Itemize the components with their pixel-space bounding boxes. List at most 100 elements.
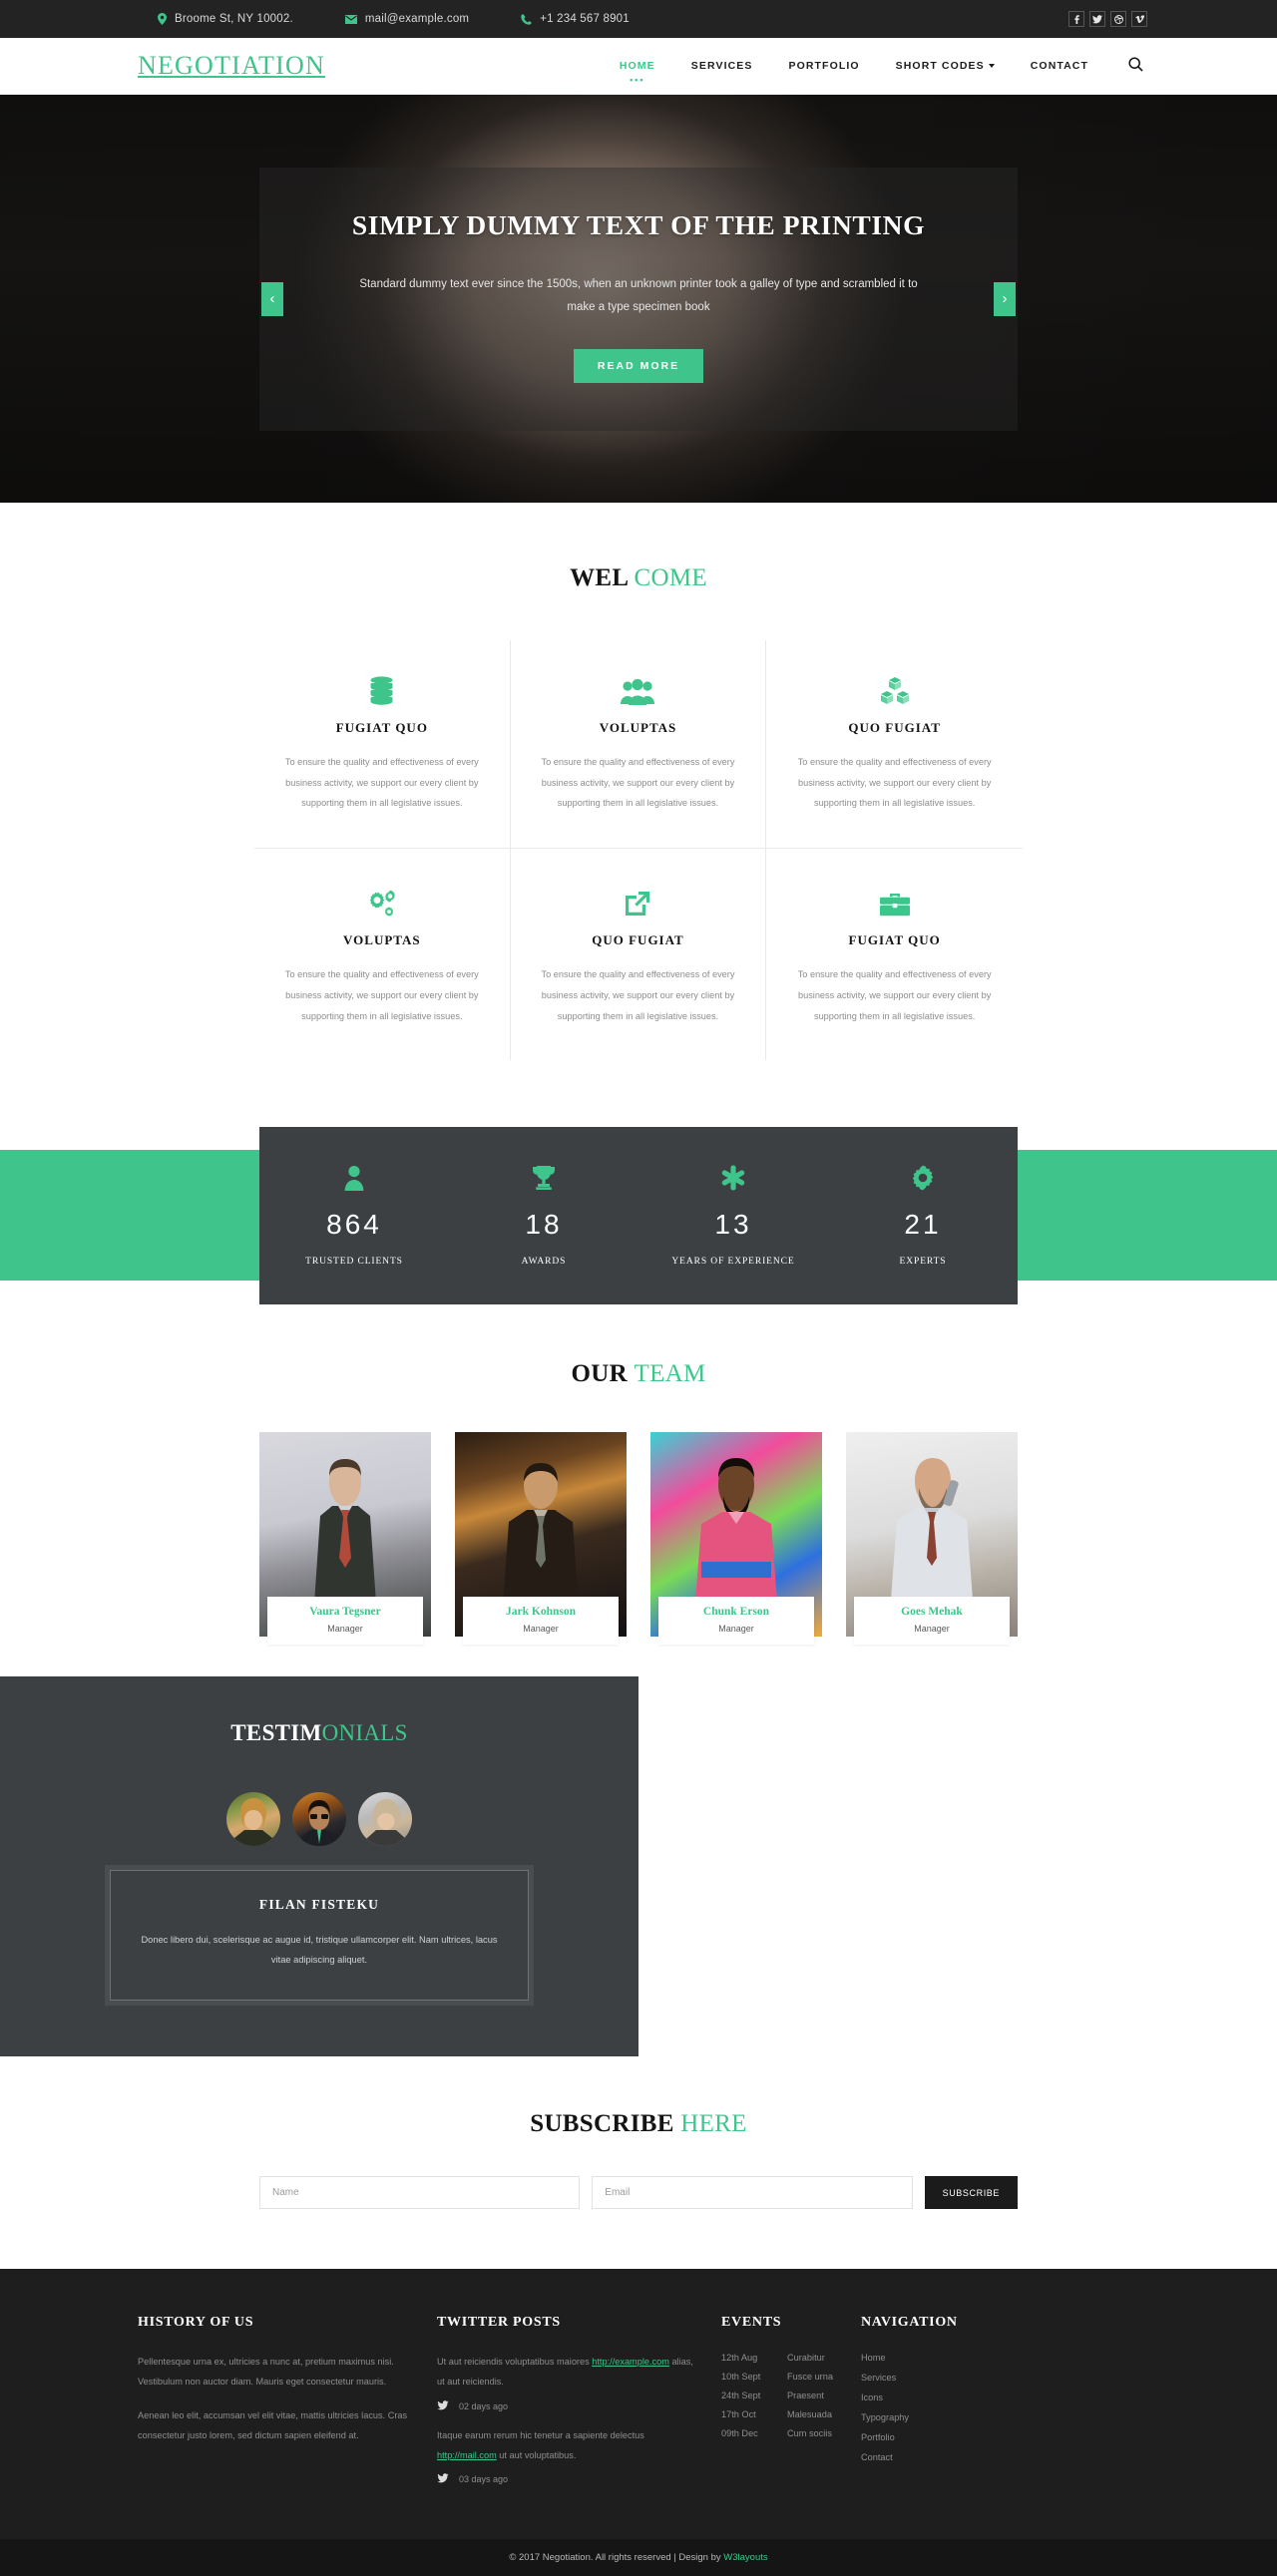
event-name: Praesent	[787, 2391, 824, 2401]
group-icon	[541, 664, 736, 706]
chevron-down-icon	[988, 64, 995, 69]
footer-nav-services[interactable]: Services	[861, 2373, 1041, 2383]
service-card[interactable]: QUO FUGIAT To ensure the quality and eff…	[766, 640, 1023, 850]
cogs-icon	[284, 877, 480, 919]
tweet-post: ut aut voluptatibus.	[496, 2449, 577, 2460]
testimonial-avatar-3[interactable]	[358, 1792, 412, 1847]
name-input[interactable]	[259, 2176, 581, 2210]
nav-item-services[interactable]: SERVICES	[691, 60, 753, 72]
testimonial-avatar-2[interactable]	[292, 1792, 346, 1847]
nav-item-home[interactable]: HOME •••	[620, 60, 655, 85]
social-twitter[interactable]	[1089, 11, 1105, 27]
footer-nav-contact[interactable]: Contact	[861, 2452, 1041, 2462]
service-title: QUO FUGIAT	[848, 720, 941, 735]
briefcase-icon	[796, 877, 993, 919]
social-dribbble[interactable]	[1110, 11, 1126, 27]
hero-text: Standard dummy text ever since the 1500s…	[359, 277, 918, 313]
tweet-link[interactable]: http://mail.com	[437, 2450, 497, 2460]
asterisk-icon	[638, 1161, 828, 1195]
event-row: 12th Aug Curabitur	[721, 2353, 861, 2363]
team-member[interactable]: Vaura Tegsner Manager	[259, 1432, 431, 1646]
testimonials-title-light: ONIALS	[321, 1720, 408, 1746]
email-input[interactable]	[592, 2176, 913, 2210]
dribbble-icon	[1113, 14, 1123, 24]
testimonial-avatar-1[interactable]	[226, 1792, 280, 1847]
footer-nav-icons[interactable]: Icons	[861, 2392, 1041, 2402]
team-member[interactable]: Goes Mehak Manager	[846, 1432, 1018, 1646]
read-more-button[interactable]: READ MORE	[573, 348, 704, 383]
twitter-icon	[437, 2400, 449, 2412]
nav-item-short-codes[interactable]: SHORT CODES	[896, 60, 995, 72]
event-date: 24th Sept	[721, 2391, 761, 2401]
team-member-name: Jark Kohnson	[506, 1606, 576, 1619]
team-title-light: TEAM	[634, 1360, 706, 1388]
subscribe-form: SUBSCRIBE	[259, 2176, 1019, 2210]
carousel-prev-button[interactable]: ‹	[261, 281, 283, 316]
footer-events-title: EVENTS	[721, 2315, 782, 2331]
welcome-title-light: COME	[634, 564, 707, 591]
service-title: FUGIAT QUO	[848, 932, 941, 948]
topbar-email-text: mail@example.com	[364, 13, 470, 25]
twitter-icon	[1092, 14, 1102, 24]
event-name: Cum sociis	[787, 2428, 832, 2439]
team-title: OUR TEAM	[0, 1360, 1277, 1388]
hero-title: SIMPLY DUMMY TEXT OF THE PRINTING	[351, 208, 926, 240]
services-grid: FUGIAT QUO To ensure the quality and eff…	[254, 640, 1023, 1061]
service-card[interactable]: FUGIAT QUO To ensure the quality and eff…	[254, 640, 511, 850]
footer-history-title: HISTORY OF US	[138, 2315, 254, 2331]
event-name: Fusce urna	[787, 2372, 833, 2383]
vimeo-icon	[1134, 14, 1144, 24]
service-card[interactable]: FUGIAT QUO To ensure the quality and eff…	[766, 849, 1023, 1060]
testimonial-text: Donec libero dui, scelerisque ac augue i…	[141, 1935, 498, 1965]
stat-item: 864 TRUSTED CLIENTS	[259, 1161, 449, 1267]
copyright-bar: © 2017 Negotiation. All rights reserved …	[0, 2539, 1277, 2576]
carousel-next-button[interactable]: ›	[994, 281, 1016, 316]
site-logo[interactable]: NEGOTIATION	[130, 51, 325, 81]
search-button[interactable]	[1128, 57, 1143, 75]
tweet-link[interactable]: http://example.com	[592, 2357, 669, 2367]
service-text: To ensure the quality and effectiveness …	[541, 969, 735, 1021]
search-icon	[1128, 57, 1143, 75]
main-navigation: HOME ••• SERVICES PORTFOLIO SHORT CODES C…	[620, 57, 1147, 85]
team-member[interactable]: Chunk Erson Manager	[650, 1432, 822, 1646]
footer-nav-typography[interactable]: Typography	[861, 2412, 1041, 2422]
tweet-meta: 03 days ago	[437, 2473, 721, 2485]
footer-nav-portfolio[interactable]: Portfolio	[861, 2432, 1041, 2442]
team-member-name: Chunk Erson	[702, 1606, 770, 1619]
event-name: Curabitur	[787, 2353, 825, 2364]
testimonial-avatars	[0, 1792, 638, 1847]
topbar-phone: +1 234 567 8901	[521, 13, 630, 25]
event-date: 12th Aug	[721, 2353, 758, 2364]
event-date: 17th Oct	[721, 2409, 756, 2420]
team-member[interactable]: Jark Kohnson Manager	[455, 1432, 627, 1646]
phone-icon	[521, 13, 532, 25]
subscribe-button[interactable]: SUBSCRIBE	[924, 2176, 1019, 2210]
user-icon	[259, 1161, 449, 1195]
social-facebook[interactable]	[1068, 11, 1084, 27]
testimonial-quote-box: FILAN FISTEKU Donec libero dui, sceleris…	[110, 1870, 529, 2002]
event-row: 24th Sept Praesent	[721, 2391, 861, 2400]
team-grid: Vaura Tegsner Manager Jark Kohnson Manag…	[259, 1432, 1018, 1646]
testimonials-section: TESTIMONIALS FILAN FISTEKU Donec libero …	[0, 1676, 638, 2057]
designer-link[interactable]: W3layouts	[723, 2552, 767, 2563]
footer-twitter-title: TWITTER POSTS	[437, 2315, 561, 2331]
social-vimeo[interactable]	[1131, 11, 1147, 27]
service-title: QUO FUGIAT	[592, 932, 684, 948]
service-card[interactable]: VOLUPTAS To ensure the quality and effec…	[510, 640, 767, 850]
topbar-email[interactable]: mail@example.com	[344, 13, 470, 25]
topbar-phone-text: +1 234 567 8901	[540, 13, 630, 25]
team-member-caption: Jark Kohnson Manager	[463, 1597, 619, 1646]
footer-nav-home[interactable]: Home	[861, 2353, 1041, 2363]
tweet-item: Itaque earum rerum hic tenetur a sapient…	[437, 2426, 721, 2486]
external-link-icon	[541, 877, 736, 919]
team-member-role: Manager	[914, 1624, 950, 1635]
database-icon	[284, 664, 480, 706]
event-date: 10th Sept	[721, 2372, 761, 2383]
service-card[interactable]: QUO FUGIAT To ensure the quality and eff…	[511, 849, 767, 1061]
service-card[interactable]: VOLUPTAS To ensure the quality and effec…	[254, 849, 511, 1061]
stat-item: 21 EXPERTS	[828, 1161, 1018, 1267]
trophy-icon	[449, 1161, 638, 1195]
nav-item-contact[interactable]: CONTACT	[1031, 60, 1088, 72]
nav-item-portfolio[interactable]: PORTFOLIO	[788, 60, 859, 72]
testimonials-title-bold: TESTIM	[230, 1720, 322, 1746]
